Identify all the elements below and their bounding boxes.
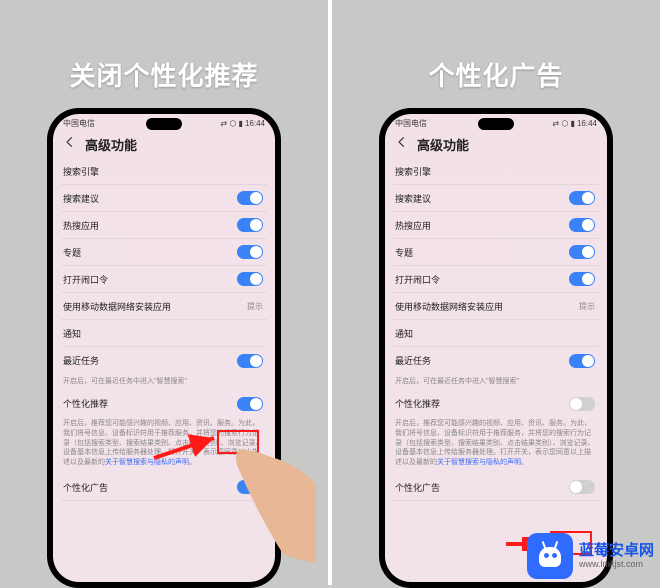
panel-left: 关闭个性化推荐 中国电信 ⇄ ⬡ ▮ 16:44 高级功能 搜索引擎 bbox=[0, 0, 328, 585]
row-personalized-rec[interactable]: 个性化推荐 bbox=[61, 390, 267, 417]
toggle-recent-tasks[interactable] bbox=[569, 354, 595, 368]
toggle-personalized-rec[interactable] bbox=[569, 397, 595, 411]
row-notifications[interactable]: 通知 bbox=[61, 320, 267, 347]
row-label: 搜索引擎 bbox=[63, 165, 99, 178]
status-time: 16:44 bbox=[577, 119, 597, 128]
toggle-search-suggest[interactable] bbox=[569, 191, 595, 205]
row-hint: 提示 bbox=[579, 301, 595, 312]
row-search-suggest[interactable]: 搜索建议 bbox=[61, 185, 267, 212]
row-search-engine[interactable]: 搜索引擎 bbox=[393, 158, 599, 185]
row-label: 专题 bbox=[395, 246, 413, 259]
toggle-open-pwd[interactable] bbox=[237, 272, 263, 286]
row-label: 最近任务 bbox=[63, 354, 99, 367]
row-search-suggest[interactable]: 搜索建议 bbox=[393, 185, 599, 212]
row-personalized-ads[interactable]: 个性化广告 bbox=[61, 474, 267, 501]
row-label: 个性化推荐 bbox=[395, 397, 440, 410]
panel-title-left: 关闭个性化推荐 bbox=[0, 56, 328, 93]
row-mobile-data[interactable]: 使用移动数据网络安装应用 提示 bbox=[61, 293, 267, 320]
screen-left: 中国电信 ⇄ ⬡ ▮ 16:44 高级功能 搜索引擎 搜索建议 bbox=[53, 114, 275, 582]
watermark: 蓝莓安卓网 www.lmkjst.com bbox=[527, 533, 654, 579]
row-recent-tasks[interactable]: 最近任务 bbox=[393, 347, 599, 374]
row-label: 热搜应用 bbox=[63, 219, 99, 232]
row-label: 个性化推荐 bbox=[63, 397, 108, 410]
row-notifications[interactable]: 通知 bbox=[393, 320, 599, 347]
row-label: 个性化广告 bbox=[63, 481, 108, 494]
toggle-topics[interactable] bbox=[237, 245, 263, 259]
row-topics[interactable]: 专题 bbox=[61, 239, 267, 266]
row-label: 个性化广告 bbox=[395, 481, 440, 494]
status-icons: ⇄ ⬡ ▮ bbox=[552, 119, 575, 128]
privacy-link[interactable]: 关于智慧搜索与隐私的声明 bbox=[437, 459, 521, 466]
back-icon[interactable] bbox=[63, 135, 77, 154]
row-mobile-data[interactable]: 使用移动数据网络安装应用 提示 bbox=[393, 293, 599, 320]
row-label: 专题 bbox=[63, 246, 81, 259]
row-hint: 提示 bbox=[247, 301, 263, 312]
row-hot-search[interactable]: 热搜应用 bbox=[393, 212, 599, 239]
row-label: 最近任务 bbox=[395, 354, 431, 367]
status-icons: ⇄ ⬡ ▮ bbox=[220, 119, 243, 128]
toggle-hot-search[interactable] bbox=[237, 218, 263, 232]
recent-tasks-note: 开启后，可在最近任务中进入"智慧搜索" bbox=[393, 374, 599, 390]
row-personalized-rec[interactable]: 个性化推荐 bbox=[393, 390, 599, 417]
toggle-topics[interactable] bbox=[569, 245, 595, 259]
panel-right: 个性化广告 中国电信 ⇄ ⬡ ▮ 16:44 高级功能 搜索引擎 bbox=[332, 0, 660, 585]
settings-list: 搜索引擎 搜索建议 热搜应用 专题 打开闹口令 bbox=[385, 158, 607, 501]
toggle-search-suggest[interactable] bbox=[237, 191, 263, 205]
phone-right: 中国电信 ⇄ ⬡ ▮ 16:44 高级功能 搜索引擎 搜索建议 bbox=[379, 108, 613, 588]
row-recent-tasks[interactable]: 最近任务 bbox=[61, 347, 267, 374]
row-label: 使用移动数据网络安装应用 bbox=[63, 300, 171, 313]
rec-description: 开启后，推荐您可能感兴趣的视频、应用、资讯、服务。为此，我们将号信息、设备标识符… bbox=[393, 417, 599, 474]
toggle-hot-search[interactable] bbox=[569, 218, 595, 232]
toggle-personalized-ads[interactable] bbox=[237, 480, 263, 494]
status-carrier: 中国电信 bbox=[395, 118, 427, 129]
row-label: 通知 bbox=[63, 327, 81, 340]
settings-list: 搜索引擎 搜索建议 热搜应用 专题 打开闹口令 bbox=[53, 158, 275, 501]
toggle-personalized-rec[interactable] bbox=[237, 397, 263, 411]
camera-notch bbox=[478, 118, 514, 130]
watermark-url: www.lmkjst.com bbox=[579, 559, 654, 569]
privacy-link[interactable]: 关于智慧搜索与隐私的声明 bbox=[105, 459, 189, 466]
row-topics[interactable]: 专题 bbox=[393, 239, 599, 266]
row-label: 打开闹口令 bbox=[395, 273, 440, 286]
row-label: 打开闹口令 bbox=[63, 273, 108, 286]
screen-right: 中国电信 ⇄ ⬡ ▮ 16:44 高级功能 搜索引擎 搜索建议 bbox=[385, 114, 607, 582]
row-label: 搜索建议 bbox=[395, 192, 431, 205]
rec-description: 开启后，推荐您可能感兴趣的视频、应用、资讯、服务。为此，我们将号信息、设备标识符… bbox=[61, 417, 267, 474]
watermark-icon bbox=[527, 533, 573, 579]
toggle-personalized-ads[interactable] bbox=[569, 480, 595, 494]
camera-notch bbox=[146, 118, 182, 130]
recent-tasks-note: 开启后，可在最近任务中进入"智慧搜索" bbox=[61, 374, 267, 390]
row-label: 使用移动数据网络安装应用 bbox=[395, 300, 503, 313]
page-header: 高级功能 bbox=[53, 129, 275, 158]
page-title: 高级功能 bbox=[85, 135, 137, 154]
page-title: 高级功能 bbox=[417, 135, 469, 154]
row-personalized-ads[interactable]: 个性化广告 bbox=[393, 474, 599, 501]
watermark-title: 蓝莓安卓网 bbox=[579, 542, 654, 559]
row-label: 搜索建议 bbox=[63, 192, 99, 205]
toggle-open-pwd[interactable] bbox=[569, 272, 595, 286]
row-label: 通知 bbox=[395, 327, 413, 340]
row-label: 搜索引擎 bbox=[395, 165, 431, 178]
row-hot-search[interactable]: 热搜应用 bbox=[61, 212, 267, 239]
row-label: 热搜应用 bbox=[395, 219, 431, 232]
status-time: 16:44 bbox=[245, 119, 265, 128]
row-open-pwd[interactable]: 打开闹口令 bbox=[61, 266, 267, 293]
phone-left: 中国电信 ⇄ ⬡ ▮ 16:44 高级功能 搜索引擎 搜索建议 bbox=[47, 108, 281, 588]
row-search-engine[interactable]: 搜索引擎 bbox=[61, 158, 267, 185]
row-open-pwd[interactable]: 打开闹口令 bbox=[393, 266, 599, 293]
page-header: 高级功能 bbox=[385, 129, 607, 158]
status-carrier: 中国电信 bbox=[63, 118, 95, 129]
back-icon[interactable] bbox=[395, 135, 409, 154]
panel-title-right: 个性化广告 bbox=[332, 56, 660, 93]
toggle-recent-tasks[interactable] bbox=[237, 354, 263, 368]
